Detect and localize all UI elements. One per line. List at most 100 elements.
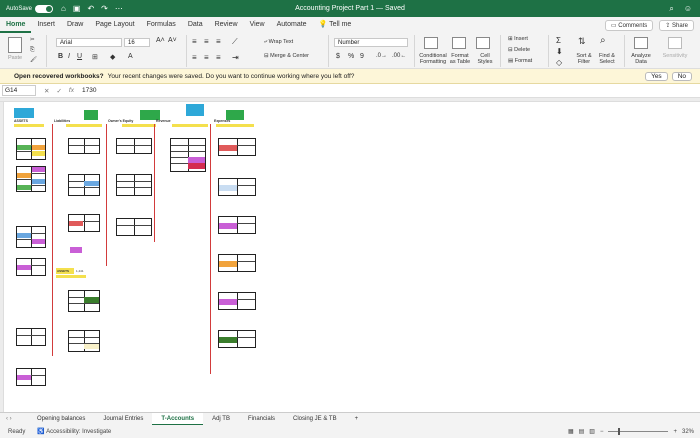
accessibility-status[interactable]: ♿ Accessibility: Investigate [37,428,111,435]
spreadsheet-grid[interactable]: ASSETS Liabilities Owner's Equity Revenu… [4,102,700,412]
find-select-icon[interactable]: ⌕ [600,35,606,46]
orientation-icon[interactable]: ⟋ [232,37,238,47]
increase-decimal-icon[interactable]: .0→ [376,53,387,59]
copy-icon[interactable]: ⎘ [30,47,34,54]
zoom-in-icon[interactable]: + [673,429,677,435]
tab-tell-me[interactable]: 💡 Tell me [313,17,358,33]
number-format-select[interactable]: Number [334,38,408,47]
redo-icon[interactable]: ↷ [101,4,108,13]
sort-filter-icon[interactable]: ⇅ [578,36,586,47]
autosave-switch[interactable] [35,4,54,13]
font-name-select[interactable]: Arial [56,38,122,47]
bold-icon[interactable]: B [58,53,63,60]
cancel-icon[interactable]: ✕ [44,87,49,95]
merge-center-button[interactable]: ⊟ Merge & Center [264,53,309,59]
font-size-select[interactable]: 16 [124,38,150,47]
t-account [68,138,100,154]
search-icon[interactable]: ⌕ [669,4,673,14]
sort-filter-label[interactable]: Sort & Filter [574,53,594,65]
zoom-level[interactable]: 32% [682,429,694,435]
fill-icon[interactable]: ⬇ [556,47,563,56]
name-box[interactable]: G14 [2,85,36,96]
sheet-tab-opening-balances[interactable]: Opening balances [28,413,94,426]
percent-icon[interactable]: % [348,53,354,60]
cell-fill [219,223,237,229]
insert-cells-button[interactable]: ⊞ Insert [508,36,528,42]
borders-icon[interactable]: ⊞ [92,53,98,61]
analyze-data-icon[interactable] [634,37,648,49]
font-color-icon[interactable]: A [128,53,133,60]
sheet-tab-t-accounts[interactable]: T-Accounts [152,412,204,426]
clear-icon[interactable]: ◇ [556,58,562,67]
format-painter-icon[interactable]: 🖌 [30,57,37,63]
enter-icon[interactable]: ✓ [56,87,61,95]
cell-fill [84,297,99,303]
sheet-nav-arrows[interactable]: ‹ › [6,416,28,422]
tab-draw[interactable]: Draw [61,17,89,33]
save-icon[interactable]: ▣ [73,4,81,13]
italic-icon[interactable]: I [68,53,70,60]
home-icon[interactable]: ⌂ [61,4,66,13]
decrease-font-icon[interactable]: A˅ [168,37,177,44]
account-icon[interactable]: ☺ [684,4,692,14]
tab-home[interactable]: Home [0,17,32,33]
underline-icon[interactable]: U [77,53,82,60]
liabilities-header: Liabilities [54,119,71,123]
sheet-tab-adj-tb[interactable]: Adj TB [203,413,239,426]
align-bottom-icon[interactable]: ≡ [216,37,221,46]
delete-cells-button[interactable]: ⊟ Delete [508,47,530,53]
zoom-out-icon[interactable]: − [600,429,604,435]
share-button[interactable]: ⇪ Share [659,19,694,31]
align-middle-icon[interactable]: ≡ [204,37,209,46]
tab-insert[interactable]: Insert [31,17,61,33]
share-label: Share [671,22,688,29]
tab-formulas[interactable]: Formulas [141,17,182,33]
cell-styles-icon[interactable] [476,37,490,49]
conditional-formatting-icon[interactable] [424,37,438,49]
page-layout-icon[interactable]: ▤ [579,428,585,435]
sensitivity-label[interactable]: Sensitivity [660,53,690,59]
paste-icon[interactable] [8,37,22,53]
tab-page-layout[interactable]: Page Layout [89,17,140,33]
sensitivity-icon[interactable] [668,37,682,49]
sheet-tab-closing-je-tb[interactable]: Closing JE & TB [284,413,346,426]
increase-font-icon[interactable]: A˄ [156,37,165,44]
format-as-table-icon[interactable] [452,37,466,49]
wrap-text-button[interactable]: ⤶ Wrap Text [264,39,293,46]
cut-icon[interactable]: ✂ [30,37,35,43]
format-cells-button[interactable]: ▤ Format [508,58,532,64]
format-as-table-label[interactable]: Format as Table [448,53,472,65]
autosum-icon[interactable]: Σ [556,36,561,45]
comma-icon[interactable]: 9 [360,53,364,60]
align-top-icon[interactable]: ≡ [192,37,197,46]
function-icon[interactable]: fx [69,87,74,95]
cell-styles-label[interactable]: Cell Styles [474,53,496,65]
more-icon[interactable]: ⋯ [115,4,123,13]
conditional-formatting-label[interactable]: Conditional Formatting [418,53,448,65]
comments-button[interactable]: ▭ Comments [604,19,654,31]
tab-view[interactable]: View [244,17,271,33]
page-break-icon[interactable]: ▥ [589,428,595,435]
add-sheet-icon[interactable]: + [346,413,368,426]
indent-icon[interactable]: ⇥ [232,53,239,62]
fill-color-icon[interactable]: ◆ [110,53,115,61]
sheet-tab-financials[interactable]: Financials [239,413,284,426]
find-select-label[interactable]: Find & Select [596,53,618,65]
tab-automate[interactable]: Automate [271,17,313,33]
analyze-data-label[interactable]: Analyze Data [628,53,654,65]
align-center-icon[interactable]: ≡ [204,53,209,62]
align-right-icon[interactable]: ≡ [216,53,221,62]
tab-review[interactable]: Review [209,17,244,33]
yes-button[interactable]: Yes [645,71,668,81]
currency-icon[interactable]: $ [336,53,340,60]
no-button[interactable]: No [671,71,692,81]
align-left-icon[interactable]: ≡ [192,53,197,62]
formula-input[interactable]: 1730 [82,87,96,94]
tab-data[interactable]: Data [182,17,209,33]
sheet-tab-journal-entries[interactable]: Journal Entries [94,413,152,426]
decrease-decimal-icon[interactable]: .00← [392,53,406,59]
normal-view-icon[interactable]: ▦ [568,428,574,435]
zoom-slider[interactable] [608,428,669,435]
autosave-toggle[interactable]: AutoSave [6,4,54,13]
undo-icon[interactable]: ↶ [87,4,94,13]
